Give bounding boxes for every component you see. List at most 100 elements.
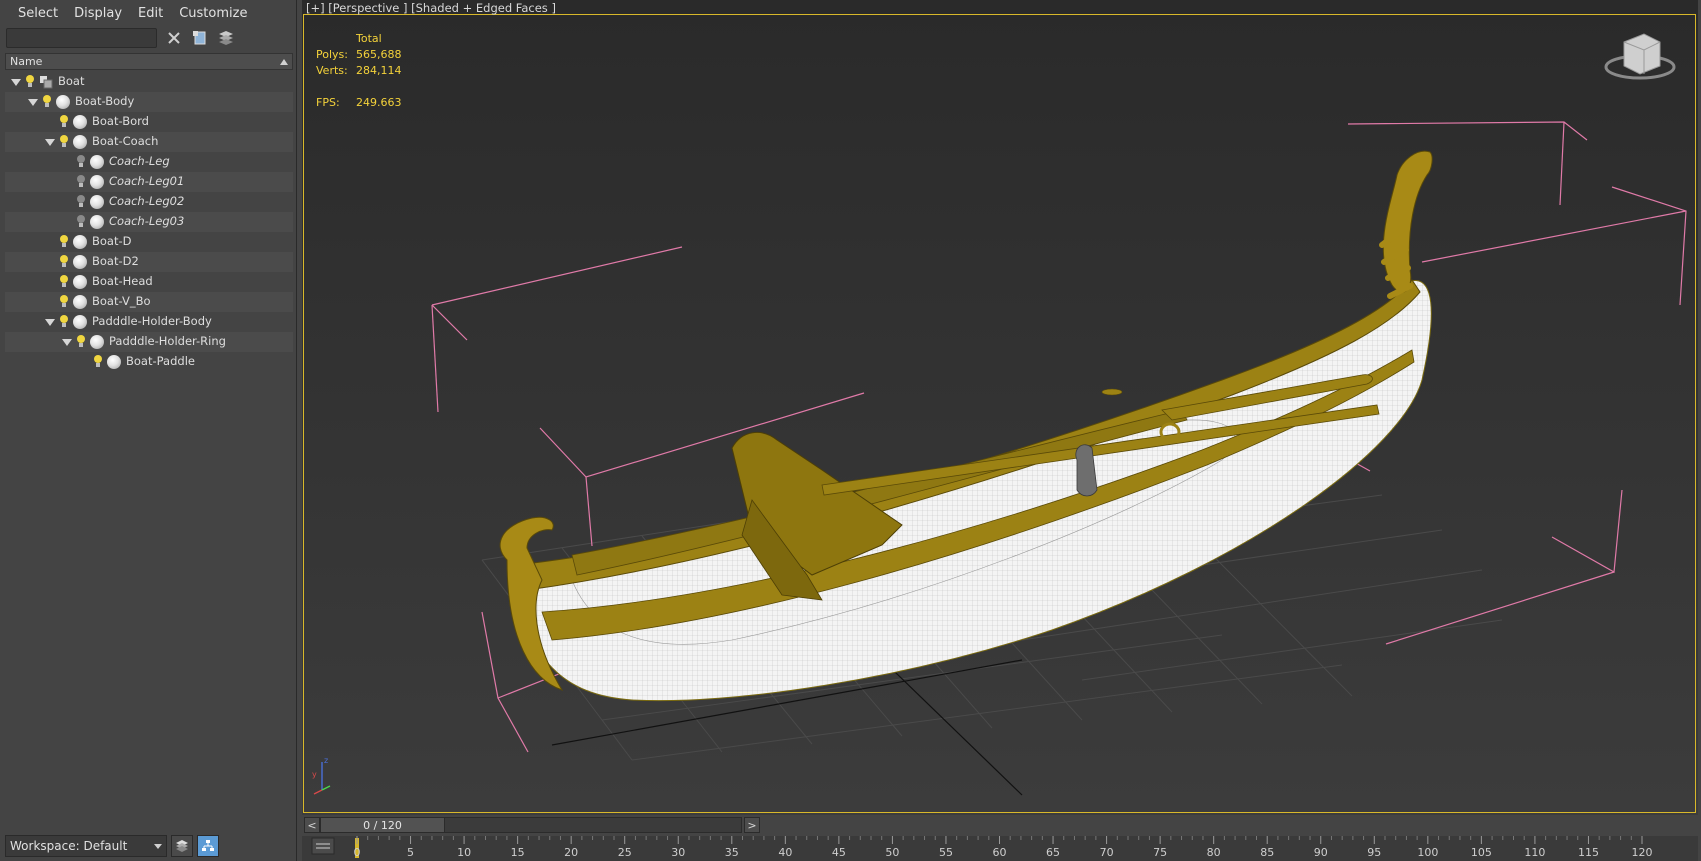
lightbulb-icon[interactable] <box>60 315 68 327</box>
tree-item-label: Boat-V_Bo <box>92 294 151 308</box>
track-bar[interactable]: 0 5 10 15 20 25 30 35 40 45 50 55 60 65 70 75 80 85 90 95 10… <box>302 836 1698 861</box>
lightbulb-icon[interactable] <box>94 355 102 367</box>
tree-row[interactable]: Boat-V_Bo <box>5 292 293 312</box>
track-tick-label: 90 <box>1314 846 1328 859</box>
perspective-viewport[interactable]: z y [+] [Perspective ] [Shaded + Edged F… <box>302 0 1698 815</box>
lightbulb-icon[interactable] <box>26 75 34 87</box>
column-header-label: Name <box>10 55 43 68</box>
tree-row[interactable]: Coach-Leg02 <box>5 192 293 212</box>
track-tick-label: 100 <box>1417 846 1438 859</box>
lightbulb-icon[interactable] <box>60 135 68 147</box>
tree-row[interactable]: Boat-Head <box>5 272 293 292</box>
menu-display[interactable]: Display <box>66 6 130 21</box>
tree-row[interactable]: Padddle-Holder-Body <box>5 312 293 332</box>
stats-fps-row: FPS: 249.663 <box>316 95 402 111</box>
time-slider-thumb[interactable]: 0 / 120 <box>321 818 445 832</box>
layer-explorer-button[interactable] <box>171 835 193 857</box>
viewport-label[interactable]: [+] [Perspective ] [Shaded + Edged Faces… <box>306 1 556 15</box>
lightbulb-icon[interactable] <box>77 215 85 227</box>
geometry-sphere-icon <box>73 315 87 329</box>
hierarchy-icon <box>202 840 214 851</box>
expand-triangle-icon[interactable] <box>45 319 55 326</box>
workspace-select[interactable]: Workspace: Default <box>5 835 167 857</box>
geometry-sphere-icon <box>73 275 87 289</box>
tree-row[interactable]: Coach-Leg03 <box>5 212 293 232</box>
tree-row[interactable]: Coach-Leg <box>5 152 293 172</box>
expand-triangle-icon[interactable] <box>28 99 38 106</box>
geometry-sphere-icon <box>73 295 87 309</box>
lightbulb-icon[interactable] <box>77 155 85 167</box>
track-tick-label: 20 <box>564 846 578 859</box>
lightbulb-icon[interactable] <box>60 255 68 267</box>
active-viewport-border <box>303 14 1696 813</box>
lightbulb-icon[interactable] <box>60 275 68 287</box>
filter-display-icon[interactable] <box>191 29 209 47</box>
geometry-sphere-icon <box>90 175 104 189</box>
tree-row[interactable]: Boat <box>5 72 293 92</box>
search-row <box>6 27 292 49</box>
tree-row[interactable]: Boat-Bord <box>5 112 293 132</box>
tree-item-label: Coach-Leg02 <box>109 194 185 208</box>
tree-item-label: Coach-Leg01 <box>109 174 185 188</box>
expand-triangle-icon[interactable] <box>45 139 55 146</box>
track-tick-label: 45 <box>832 846 846 859</box>
tree-row[interactable]: Padddle-Holder-Ring <box>5 332 293 352</box>
lightbulb-icon[interactable] <box>60 295 68 307</box>
track-tick-label: 70 <box>1100 846 1114 859</box>
track-tick-label: 60 <box>993 846 1007 859</box>
geometry-sphere-icon <box>73 255 87 269</box>
lightbulb-icon[interactable] <box>77 175 85 187</box>
geometry-sphere-icon <box>73 235 87 249</box>
next-frame-button[interactable]: > <box>744 817 760 833</box>
lightbulb-icon[interactable] <box>43 95 51 107</box>
tree-item-label: Padddle-Holder-Ring <box>109 334 226 348</box>
track-tick-label: 65 <box>1046 846 1060 859</box>
lightbulb-icon[interactable] <box>60 235 68 247</box>
key-mode-toggle[interactable] <box>311 837 335 855</box>
tree-item-label: Coach-Leg03 <box>109 214 185 228</box>
track-tick-label: 95 <box>1367 846 1381 859</box>
tree-row[interactable]: Boat-Paddle <box>5 352 293 372</box>
hierarchy-view-button[interactable] <box>197 835 219 857</box>
tree-row[interactable]: Coach-Leg01 <box>5 172 293 192</box>
expand-triangle-icon[interactable] <box>62 339 72 346</box>
track-tick-label: 10 <box>457 846 471 859</box>
prev-frame-button[interactable]: < <box>304 817 320 833</box>
layer-settings-icon[interactable] <box>217 29 235 47</box>
menu-customize[interactable]: Customize <box>171 6 255 21</box>
app-window: Select Display Edit Customize Name Boat B… <box>0 0 1701 861</box>
sort-ascending-icon <box>280 58 288 65</box>
track-tick-label: 40 <box>778 846 792 859</box>
menu-edit[interactable]: Edit <box>130 6 171 21</box>
workspace-label: Workspace: Default <box>10 839 128 853</box>
scene-tree: Boat Boat-Body Boat-Bord Boat-Coach Coach-Le… <box>5 72 293 372</box>
stats-total-header: Total <box>356 32 382 45</box>
time-slider-bar: < 0 / 120 > <box>302 815 1698 835</box>
lightbulb-icon[interactable] <box>77 195 85 207</box>
lightbulb-icon[interactable] <box>60 115 68 127</box>
tree-row[interactable]: Boat-D <box>5 232 293 252</box>
track-tick-label: 50 <box>885 846 899 859</box>
stats-fps-value: 249.663 <box>356 96 402 109</box>
tree-item-label: Boat <box>58 74 85 88</box>
tree-row[interactable]: Boat-Body <box>5 92 293 112</box>
close-icon[interactable] <box>165 29 183 47</box>
group-icon <box>40 76 53 89</box>
lightbulb-icon[interactable] <box>77 335 85 347</box>
tree-row[interactable]: Boat-Coach <box>5 132 293 152</box>
layers-icon <box>176 840 188 852</box>
track-tick-label: 115 <box>1578 846 1599 859</box>
stats-spacer <box>316 79 402 95</box>
expand-triangle-icon[interactable] <box>11 79 21 86</box>
name-column-header[interactable]: Name <box>5 53 293 70</box>
track-tick-label: 85 <box>1260 846 1274 859</box>
search-input[interactable] <box>6 28 157 48</box>
tree-row[interactable]: Boat-D2 <box>5 252 293 272</box>
time-slider[interactable]: 0 / 120 <box>320 817 742 833</box>
menu-select[interactable]: Select <box>10 6 66 21</box>
geometry-sphere-icon <box>90 335 104 349</box>
tree-item-label: Boat-Bord <box>92 114 149 128</box>
tree-item-label: Padddle-Holder-Body <box>92 314 212 328</box>
geometry-sphere-icon <box>90 215 104 229</box>
workspace-bar: Workspace: Default <box>5 834 293 858</box>
